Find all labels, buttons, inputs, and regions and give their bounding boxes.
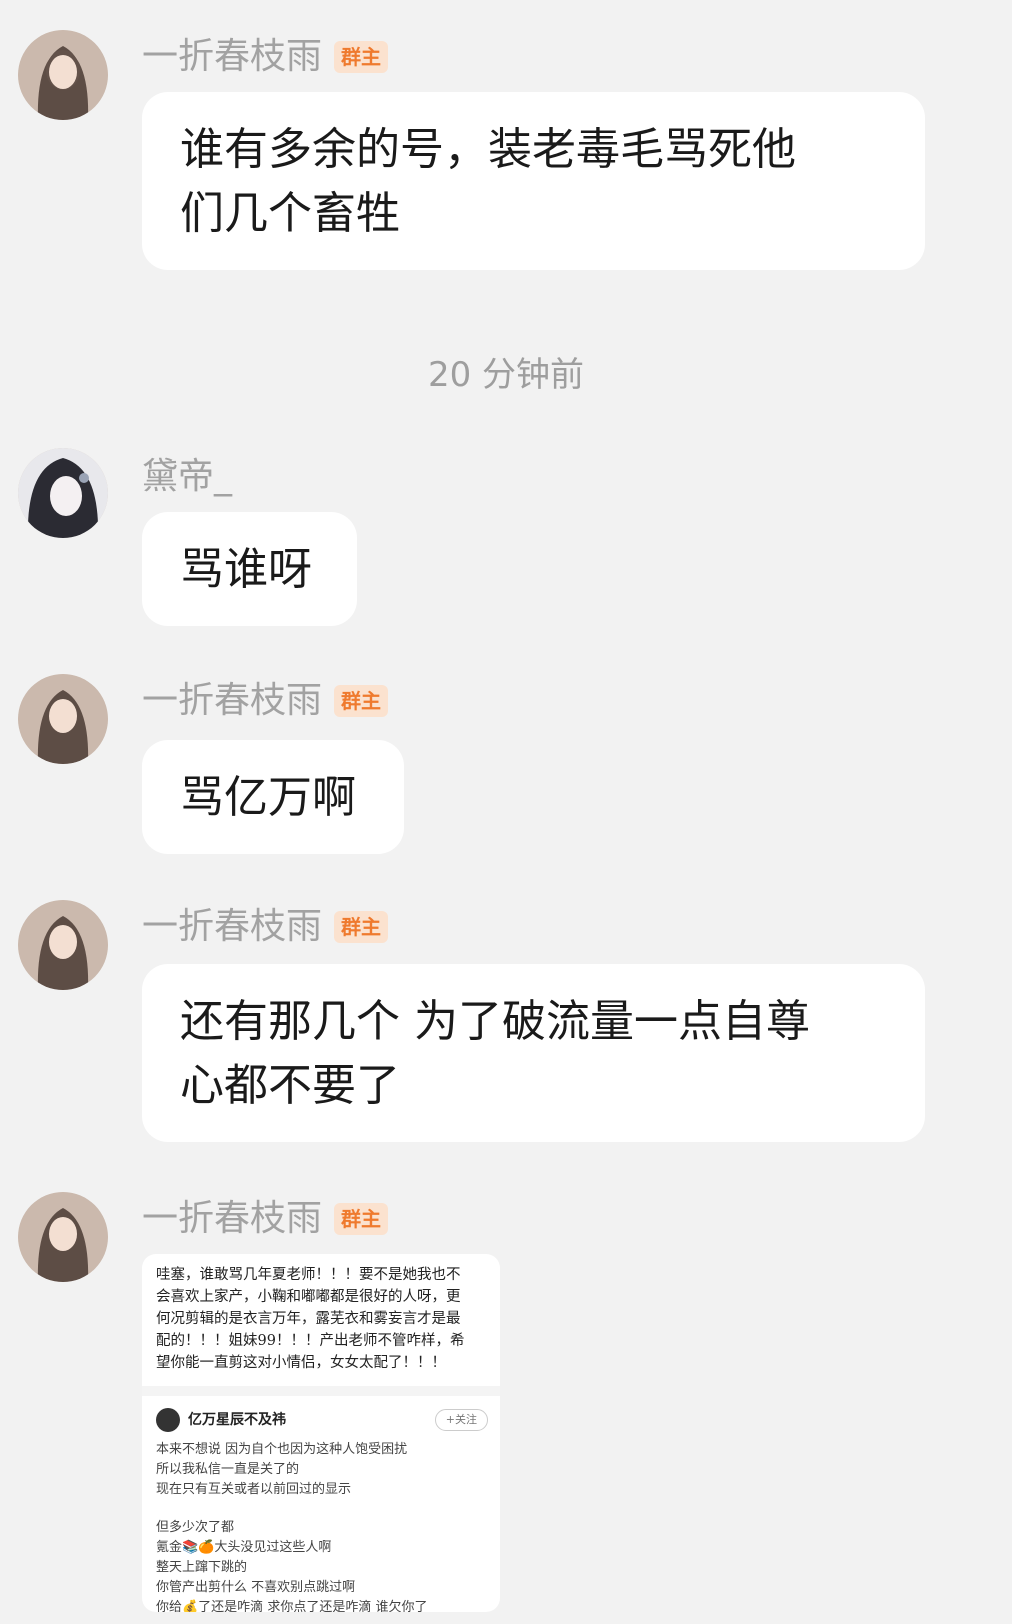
sender-name[interactable]: 一折春枝雨 — [142, 678, 322, 724]
post-line: 整天上蹿下跳的 — [156, 1560, 248, 1575]
sender-name[interactable]: 黛帝_ — [142, 454, 232, 500]
comment-line: 会喜欢上家产，小鞠和嘟嘟都是很好的人呀，更 — [156, 1289, 461, 1305]
avatar[interactable] — [18, 30, 108, 120]
message-text: 骂亿万啊 — [180, 772, 356, 823]
avatar[interactable] — [18, 900, 108, 990]
message-text-line: 心都不要了 — [180, 1060, 400, 1111]
quoted-post: 亿万星辰不及祎 +关注 本来不想说 因为自个也因为这种人饱受困扰 所以我私信一直… — [142, 1396, 500, 1612]
quoted-comment: 哇塞，谁敢骂几年夏老师！！！要不是她我也不 会喜欢上家产，小鞠和嘟嘟都是很好的人… — [142, 1254, 500, 1386]
comment-line: 望你能一直剪这对小情侣，女女太配了！！！ — [156, 1355, 446, 1371]
message-bubble[interactable]: 骂谁呀 — [142, 512, 357, 626]
post-line: 但多少次了都 — [156, 1520, 235, 1535]
post-line: 氪金📚🍊大头没见过这些人啊 — [156, 1540, 332, 1555]
sender-name[interactable]: 一折春枝雨 — [142, 904, 322, 950]
message-bubble[interactable]: 还有那几个 为了破流量一点自尊 心都不要了 — [142, 964, 925, 1142]
comment-line: 哇塞，谁敢骂几年夏老师！！！要不是她我也不 — [156, 1267, 461, 1283]
sender-name[interactable]: 一折春枝雨 — [142, 34, 322, 80]
message-text-line: 们几个畜牲 — [180, 188, 400, 239]
group-owner-badge: 群主 — [334, 1203, 389, 1235]
message-text-line: 还有那几个 为了破流量一点自尊 — [180, 996, 810, 1047]
group-owner-badge: 群主 — [334, 911, 389, 943]
comment-line: 何况剪辑的是衣言万年，露芜衣和雾妄言才是最 — [156, 1311, 461, 1327]
divider — [142, 1386, 500, 1396]
group-owner-badge: 群主 — [334, 685, 389, 717]
image-message[interactable]: 哇塞，谁敢骂几年夏老师！！！要不是她我也不 会喜欢上家产，小鞠和嘟嘟都是很好的人… — [142, 1254, 500, 1612]
message-text: 骂谁呀 — [180, 544, 312, 595]
comment-line: 配的！！！姐妹99！！！产出老师不管咋样，希 — [156, 1333, 465, 1349]
message-bubble[interactable]: 骂亿万啊 — [142, 740, 404, 854]
post-header: 亿万星辰不及祎 +关注 — [156, 1408, 488, 1432]
sender-row: 一折春枝雨 群主 — [142, 1196, 389, 1242]
post-line: 你管产出剪什么 不喜欢别点跳过啊 — [156, 1580, 356, 1595]
follow-button: +关注 — [434, 1409, 488, 1431]
time-divider: 20 分钟前 — [427, 355, 585, 395]
post-line: 现在只有互关或者以前回过的显示 — [156, 1482, 352, 1497]
sender-row: 一折春枝雨 群主 — [142, 34, 389, 80]
post-line: 你给💰了还是咋滴 求你点了还是咋滴 谁欠你了 — [156, 1600, 428, 1612]
sender-row: 一折春枝雨 群主 — [142, 678, 389, 724]
group-owner-badge: 群主 — [334, 41, 389, 73]
sender-row: 黛帝_ — [142, 454, 232, 500]
post-line: 本来不想说 因为自个也因为这种人饱受困扰 — [156, 1442, 408, 1457]
post-line: 所以我私信一直是关了的 — [156, 1462, 300, 1477]
message-text-line: 谁有多余的号，装老毒毛骂死他 — [180, 124, 796, 175]
avatar[interactable] — [18, 674, 108, 764]
avatar[interactable] — [18, 1192, 108, 1282]
avatar[interactable] — [18, 448, 108, 538]
sender-row: 一折春枝雨 群主 — [142, 904, 389, 950]
message-bubble[interactable]: 谁有多余的号，装老毒毛骂死他 们几个畜牲 — [142, 92, 925, 270]
post-username: 亿万星辰不及祎 — [188, 1412, 286, 1428]
sender-name[interactable]: 一折春枝雨 — [142, 1196, 322, 1242]
avatar — [156, 1408, 180, 1432]
